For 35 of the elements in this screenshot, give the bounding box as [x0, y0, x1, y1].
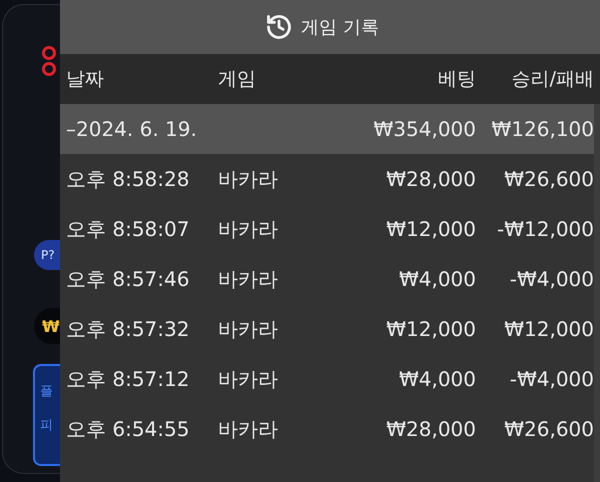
row-result: -₩4,000 [508, 266, 594, 293]
column-header: 날짜 [66, 66, 105, 92]
history-icon [265, 13, 294, 41]
row-game: 바카라 [218, 266, 279, 293]
column-header: 승리/패배 [510, 66, 594, 92]
row-bet: ₩4,000 [398, 266, 476, 293]
row-result: ₩26,600 [503, 166, 594, 193]
play-button[interactable]: 플 피 [33, 364, 60, 466]
row-game: 바카라 [218, 416, 279, 443]
row-date: 오후 8:57:32 [66, 316, 190, 343]
column-header: 베팅 [437, 66, 476, 92]
row-game: 바카라 [218, 216, 279, 243]
summary-bet: ₩354,000 [372, 116, 476, 143]
row-game: 바카라 [218, 166, 279, 193]
scrollbar[interactable] [594, 104, 600, 482]
row-bet: ₩12,000 [385, 316, 476, 343]
row-date: 오후 6:54:55 [66, 416, 190, 443]
panel-title: 게임 기록 [301, 16, 379, 40]
row-bet: ₩28,000 [385, 166, 476, 193]
row-result: ₩26,600 [503, 416, 594, 443]
row-game: 바카라 [218, 366, 279, 393]
row-bet: ₩4,000 [398, 366, 476, 393]
row-date: 오후 8:58:07 [66, 216, 190, 243]
summary-date: –2024. 6. 19. [66, 116, 198, 143]
row-result: -₩4,000 [508, 366, 594, 393]
row-date: 오후 8:58:28 [66, 166, 190, 193]
row-result: -₩12,000 [496, 216, 594, 243]
row-date: 오후 8:57:12 [66, 366, 190, 393]
row-bet: ₩28,000 [385, 416, 476, 443]
summary-result: ₩126,100 [490, 116, 594, 143]
row-date: 오후 8:57:46 [66, 266, 190, 293]
row-bet: ₩12,000 [385, 216, 476, 243]
column-header: 게임 [218, 66, 257, 92]
row-game: 바카라 [218, 316, 279, 343]
row-result: ₩12,000 [503, 316, 594, 343]
